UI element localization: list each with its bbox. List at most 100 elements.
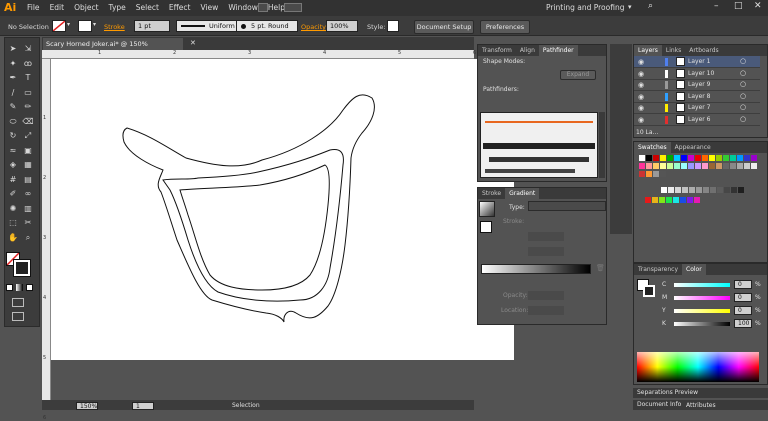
eyedropper-tool[interactable]: ✐	[7, 188, 19, 200]
free-transform-tool[interactable]: ▣	[22, 145, 34, 157]
gradient-fill-icon[interactable]	[480, 221, 492, 233]
tab-transform[interactable]: Transform	[478, 45, 516, 56]
gray-swatch[interactable]	[668, 187, 674, 193]
paintbrush-tool[interactable]: ✎	[7, 101, 19, 113]
eraser-tool[interactable]: ⌫	[22, 116, 34, 128]
zoom-tool[interactable]: ⌕	[22, 232, 34, 244]
color-swatch[interactable]	[751, 155, 757, 161]
gray-swatch[interactable]	[696, 187, 702, 193]
color-group-swatch[interactable]	[652, 197, 658, 203]
direct-selection-tool[interactable]: ⇲	[22, 43, 34, 55]
expand-button[interactable]: Expand	[560, 70, 596, 80]
gray-swatch[interactable]	[724, 187, 730, 193]
tab-stroke[interactable]: Stroke	[478, 188, 505, 199]
scrollbar[interactable]	[599, 112, 605, 178]
gradient-thumbnail[interactable]	[479, 201, 495, 217]
slice-tool[interactable]: ✂	[22, 217, 34, 229]
channel-value-field[interactable]: 0	[734, 306, 752, 315]
color-stroke-indicator[interactable]	[643, 285, 655, 297]
gray-swatch[interactable]	[738, 187, 744, 193]
color-swatch[interactable]	[653, 155, 659, 161]
zoom-field[interactable]: 150%	[76, 402, 98, 410]
gray-swatch[interactable]	[689, 187, 695, 193]
chevron-down-icon[interactable]: ▾	[628, 3, 632, 11]
target-icon[interactable]: ○	[740, 57, 746, 65]
separations-preview-tab[interactable]: Separations Preview	[633, 388, 768, 398]
scale-tool[interactable]: ⤢	[22, 130, 34, 142]
tab-align[interactable]: Align	[516, 45, 539, 56]
target-icon[interactable]: ○	[740, 92, 746, 100]
color-swatch[interactable]	[702, 163, 708, 169]
rotate-tool[interactable]: ↻	[7, 130, 19, 142]
eye-icon[interactable]: ◉	[638, 70, 644, 78]
target-icon[interactable]: ○	[740, 115, 746, 123]
channel-value-field[interactable]: 0	[734, 280, 752, 289]
color-swatch[interactable]	[737, 155, 743, 161]
tab-artboards[interactable]: Artboards	[685, 45, 722, 56]
color-swatch[interactable]	[716, 155, 722, 161]
brush-library-preview[interactable]	[480, 112, 598, 178]
color-swatch[interactable]	[639, 163, 645, 169]
channel-value-field[interactable]: 100	[734, 319, 752, 328]
type-tool[interactable]: T	[22, 72, 34, 84]
shape-builder-tool[interactable]: ◈	[7, 159, 19, 171]
tab-swatches[interactable]: Swatches	[634, 142, 671, 153]
color-swatch[interactable]	[660, 171, 666, 177]
color-swatch[interactable]	[667, 155, 673, 161]
eye-icon[interactable]: ◉	[638, 81, 644, 89]
angle-field[interactable]	[528, 232, 564, 241]
eye-icon[interactable]: ◉	[638, 58, 644, 66]
color-swatch[interactable]	[660, 155, 666, 161]
pen-tool[interactable]: ✒	[7, 72, 19, 84]
gray-swatch[interactable]	[682, 187, 688, 193]
location-field[interactable]	[528, 306, 564, 315]
gray-swatch[interactable]	[710, 187, 716, 193]
color-swatch[interactable]	[702, 155, 708, 161]
target-icon[interactable]: ○	[740, 69, 746, 77]
color-group-swatch[interactable]	[645, 197, 651, 203]
color-swatch[interactable]	[674, 155, 680, 161]
blob-brush-tool[interactable]: ⬭	[7, 116, 19, 128]
color-swatch[interactable]	[688, 163, 694, 169]
graph-tool[interactable]: ▥	[22, 203, 34, 215]
color-group-swatch[interactable]	[694, 197, 700, 203]
tab-appearance[interactable]: Appearance	[671, 142, 715, 153]
color-swatch[interactable]	[660, 163, 666, 169]
color-group-swatch[interactable]	[680, 197, 686, 203]
color-swatch[interactable]	[730, 155, 736, 161]
color-group-swatch[interactable]	[666, 197, 672, 203]
color-swatch[interactable]	[646, 155, 652, 161]
color-swatch[interactable]	[695, 155, 701, 161]
tab-layers[interactable]: Layers	[634, 45, 662, 56]
gray-swatch[interactable]	[661, 187, 667, 193]
tab-gradient[interactable]: Gradient	[505, 188, 540, 199]
color-swatch[interactable]	[646, 171, 652, 177]
tab-color[interactable]: Color	[682, 264, 706, 275]
color-swatch[interactable]	[744, 155, 750, 161]
pencil-tool[interactable]: ✏	[22, 101, 34, 113]
color-swatch[interactable]	[646, 163, 652, 169]
artboard-number-field[interactable]: 1	[132, 402, 154, 410]
eye-icon[interactable]: ◉	[638, 104, 644, 112]
target-icon[interactable]: ○	[740, 80, 746, 88]
color-swatch[interactable]	[695, 163, 701, 169]
color-swatch[interactable]	[723, 155, 729, 161]
tab-links[interactable]: Links	[662, 45, 685, 56]
color-group-swatch[interactable]	[673, 197, 679, 203]
trash-icon[interactable]: 🗑	[596, 264, 605, 272]
width-tool[interactable]: ≈	[7, 145, 19, 157]
magic-wand-tool[interactable]: ✦	[7, 58, 19, 70]
maximize-icon[interactable]: □	[734, 1, 743, 11]
line-tool[interactable]: ∕	[7, 87, 19, 99]
tab-pathfinder[interactable]: Pathfinder	[538, 45, 578, 56]
eye-icon[interactable]: ◉	[638, 116, 644, 124]
attributes-tab[interactable]: Attributes	[686, 402, 716, 409]
selection-tool[interactable]: ➤	[7, 43, 19, 55]
color-swatch[interactable]	[723, 163, 729, 169]
workspace-switcher[interactable]: Printing and Proofing	[546, 3, 624, 12]
channel-slider[interactable]	[674, 296, 730, 300]
color-swatch[interactable]	[744, 163, 750, 169]
gray-swatch[interactable]	[731, 187, 737, 193]
mesh-tool[interactable]: #	[7, 174, 19, 186]
color-swatch[interactable]	[688, 155, 694, 161]
